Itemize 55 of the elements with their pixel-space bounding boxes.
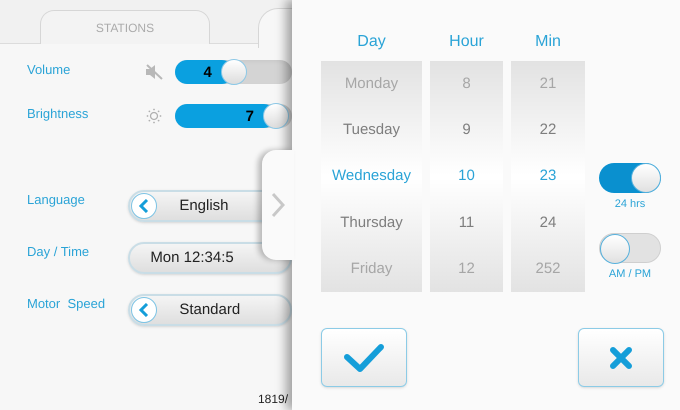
wheel-item[interactable]: 24: [540, 212, 556, 234]
column-heading: Hour: [449, 32, 484, 52]
column-heading: Min: [535, 32, 561, 52]
setting-value: English: [179, 196, 229, 216]
cancel-button[interactable]: [578, 328, 664, 387]
scroll-wheel[interactable]: 21 22 23 24 252: [511, 61, 585, 292]
setting-label: Motor Speed: [27, 295, 106, 313]
chevron-left-icon: [139, 199, 150, 213]
wheel-item[interactable]: 9: [462, 119, 471, 142]
toggle-label: 24 hrs: [614, 197, 646, 212]
wheel-item[interactable]: 11: [458, 212, 474, 234]
wheel-item[interactable]: 252: [535, 258, 561, 280]
setting-value: Mon 12:34:5: [150, 248, 234, 268]
wheel-item[interactable]: 10: [458, 165, 475, 188]
close-icon: [609, 346, 633, 370]
wheel-item[interactable]: 12: [458, 258, 475, 280]
toggle-switch[interactable]: [599, 163, 661, 193]
setting-label: Day / Time: [27, 243, 90, 261]
wheel-item[interactable]: Tuesday: [343, 119, 400, 142]
slider-thumb[interactable]: [220, 59, 246, 85]
wheel-item[interactable]: Thursday: [340, 212, 403, 234]
wheel-item[interactable]: 23: [540, 165, 556, 188]
slider-track[interactable]: 7: [175, 104, 292, 128]
previous-button[interactable]: [131, 193, 158, 219]
slider-value: 4: [204, 63, 212, 83]
option-selector[interactable]: Standard: [128, 294, 292, 326]
column-heading: Day: [357, 32, 386, 52]
wheel-item[interactable]: 21: [540, 73, 556, 96]
sun-icon: [146, 108, 162, 124]
scroll-wheel[interactable]: 8 9 10 11 12: [430, 61, 503, 292]
chevron-right-icon: [271, 192, 285, 218]
confirm-button[interactable]: [321, 328, 407, 387]
checkmark-icon: [343, 342, 385, 372]
slider-track[interactable]: 4: [175, 60, 292, 84]
slider-value: 7: [246, 107, 254, 127]
speaker-muted-icon: [145, 64, 163, 80]
scroll-wheel[interactable]: Monday Tuesday Wednesday Thursday Friday: [321, 61, 422, 292]
tab[interactable]: STATIONS: [40, 10, 210, 44]
slider-thumb[interactable]: [262, 103, 289, 129]
wheel-item[interactable]: Monday: [344, 73, 398, 96]
toggle-label: AM / PM: [608, 266, 652, 282]
setting-label: Language: [27, 191, 86, 209]
date-time-display[interactable]: Mon 12:34:5: [128, 242, 292, 274]
wheel-item[interactable]: Friday: [350, 258, 392, 280]
wheel-item[interactable]: Wednesday: [332, 165, 411, 188]
previous-button[interactable]: [131, 297, 158, 323]
setting-label: Brightness: [27, 105, 90, 123]
wheel-item[interactable]: 22: [540, 119, 556, 142]
chevron-left-icon: [139, 303, 150, 317]
setting-value: Standard: [179, 300, 240, 320]
setting-label: Volume: [27, 61, 72, 79]
footer-text: 1819/: [258, 391, 288, 408]
wheel-item[interactable]: 8: [462, 73, 471, 96]
toggle-switch[interactable]: [599, 232, 661, 262]
popup-tab[interactable]: [262, 150, 294, 260]
